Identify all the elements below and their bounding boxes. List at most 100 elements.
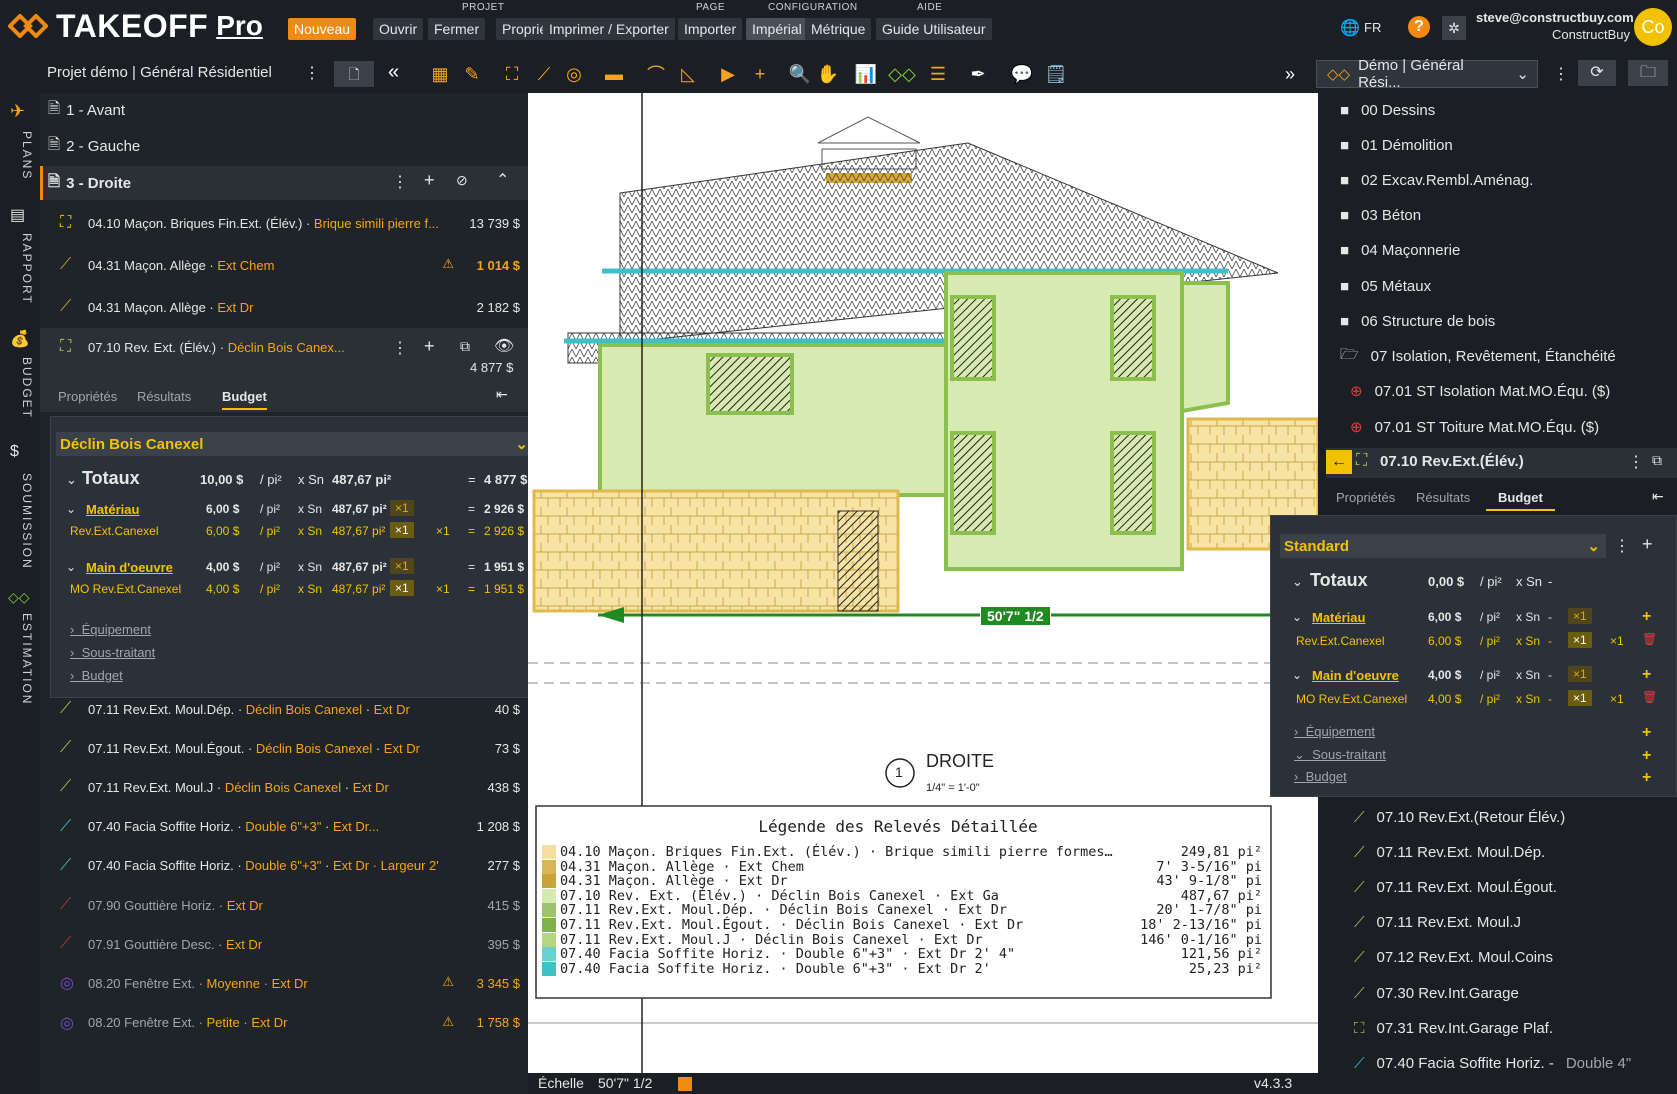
takeoff-row[interactable]: ◎ 08.20 Fenêtre Ext. · Petite · Ext Dr ⚠ 1 … xyxy=(60,1006,520,1040)
folder-item[interactable]: ■ 02 Excav.Rembl.Aménag. xyxy=(1340,167,1533,193)
pin-icon[interactable]: ⇤ xyxy=(496,386,508,403)
imprimer-exporter-button[interactable]: Imprimer / Exporter xyxy=(543,18,675,40)
right-takeoff-item[interactable]: ⟋ 07.30 Rev.Int.Garage xyxy=(1354,980,1519,1006)
selected-takeoff-row[interactable]: ⛶ 07.10 Rev. Ext. (Élév.) · Déclin Bois C… xyxy=(60,330,520,364)
rectangle-tool-icon[interactable]: ▬ xyxy=(602,62,626,86)
linear-tool-icon[interactable]: ⟋ xyxy=(532,62,556,86)
scale-icon[interactable] xyxy=(678,1077,692,1091)
rail-tab-plans[interactable]: PLANS xyxy=(6,131,34,180)
soumission-icon[interactable]: $ xyxy=(10,443,19,461)
imperial-button[interactable]: Impérial xyxy=(746,18,808,40)
chevron-down-icon[interactable]: ⌄ xyxy=(1292,610,1302,624)
takeoff-row[interactable]: ⟋ 07.91 Gouttière Desc. · Ext Dr 395 $ xyxy=(60,927,520,961)
add-mo-button[interactable]: + xyxy=(1642,666,1651,684)
budget-template-select[interactable]: Déclin Bois Canexel ⌄ xyxy=(56,432,534,456)
highlighter-icon[interactable]: ✒ xyxy=(966,62,990,86)
add-sous-traitant-button[interactable]: + xyxy=(1642,747,1651,765)
takeoff-row[interactable]: ⟋ 04.31 Maçon. Allège · Ext Dr 2 182 $ xyxy=(60,290,520,324)
play-icon[interactable]: ▶ xyxy=(716,62,740,86)
folder-item[interactable]: ■ 06 Structure de bois xyxy=(1340,308,1495,334)
takeoff-row[interactable]: ⟋ 07.11 Rev.Ext. Moul.Dép. · Déclin Bois … xyxy=(60,692,520,726)
language-label[interactable]: FR xyxy=(1364,20,1381,35)
right-template-select[interactable]: Standard ⌄ xyxy=(1280,534,1606,558)
right-materiau-label[interactable]: Matériau xyxy=(1312,610,1365,625)
project-select[interactable]: ◇◇ Démo | Général Rési... ⌄ xyxy=(1316,57,1538,91)
more-vert-icon[interactable]: ⋮ xyxy=(1553,64,1569,84)
chevron-up-icon[interactable]: ⌃ xyxy=(496,170,509,190)
equipement-link[interactable]: › Équipement xyxy=(70,622,151,637)
add-budget-button[interactable]: + xyxy=(1642,769,1651,787)
more-vert-icon[interactable]: ⋮ xyxy=(304,63,320,83)
more-vert-icon[interactable]: ⋮ xyxy=(1614,536,1630,556)
area-tool-icon[interactable]: ▦ xyxy=(428,62,452,86)
tab-resultats[interactable]: Résultats xyxy=(1416,490,1470,505)
tab-budget[interactable]: Budget xyxy=(1486,490,1555,511)
right-sous-traitant-link[interactable]: ⌄ Sous-traitant xyxy=(1294,747,1386,763)
right-takeoff-item[interactable]: ⟋ 07.11 Rev.Ext. Moul.Égout. xyxy=(1354,874,1557,900)
drawing-canvas[interactable]: 50'7" 1/2 1 DROITE 1/4" = 1'-0" Légende … xyxy=(528,93,1318,1073)
materiau-item-rate[interactable]: 6,00 $ xyxy=(206,524,239,538)
mo-item-rate[interactable]: 4,00 $ xyxy=(206,582,239,596)
rail-tab-estimation[interactable]: ESTIMATION xyxy=(6,613,34,705)
rail-tab-soumission[interactable]: SOUMISSION xyxy=(6,473,34,570)
count-tool-icon[interactable]: ◎ xyxy=(562,62,586,86)
folder-item[interactable]: ■ 04 Maçonnerie xyxy=(1340,238,1460,264)
page-item-gauche[interactable]: 🗎 2 - Gauche xyxy=(48,132,140,160)
right-mo-label[interactable]: Main d'oeuvre xyxy=(1312,668,1399,683)
takeoff-row[interactable]: ⛶ 04.10 Maçon. Briques Fin.Ext. (Élév.) ·… xyxy=(60,206,520,240)
guide-utilisateur-button[interactable]: Guide Utilisateur xyxy=(876,18,992,40)
add-icon[interactable]: + xyxy=(424,170,435,191)
visibility-off-icon[interactable]: ⊘ xyxy=(456,172,468,189)
right-budget-link[interactable]: › Budget xyxy=(1294,769,1347,784)
subfolder-item[interactable]: ⊕ 07.01 ST Toiture Mat.MO.Équ. ($) xyxy=(1350,414,1599,440)
copy-icon[interactable]: ⧉ xyxy=(460,338,470,355)
polygon-tool-icon[interactable]: ⛶ xyxy=(500,62,524,86)
takeoff-row[interactable]: ⟋ 07.11 Rev.Ext. Moul.J · Déclin Bois Can… xyxy=(60,770,520,804)
chart-icon[interactable]: 📊 xyxy=(854,62,878,86)
mo-item[interactable]: MO Rev.Ext.Canexel xyxy=(70,582,181,596)
add-materiau-button[interactable]: + xyxy=(1642,608,1651,626)
takeoff-row[interactable]: ⟋ 07.90 Gouttière Horiz. · Ext Dr 415 $ xyxy=(60,888,520,922)
chevron-down-icon[interactable]: ⌄ xyxy=(1292,574,1303,590)
page-item-droite[interactable]: 🗎 3 - Droite xyxy=(48,169,131,197)
right-materiau-item[interactable]: Rev.Ext.Canexel xyxy=(1296,634,1384,648)
comment-icon[interactable]: 💬 xyxy=(1010,62,1034,86)
chevron-down-icon[interactable]: ⌄ xyxy=(66,472,77,488)
add-equipement-button[interactable]: + xyxy=(1642,724,1651,742)
pan-hand-icon[interactable]: ✋ xyxy=(816,62,840,86)
sous-traitant-link[interactable]: › Sous-traitant xyxy=(70,645,155,660)
more-vert-icon[interactable]: ⋮ xyxy=(392,338,408,358)
more-vert-icon[interactable]: ⋮ xyxy=(1628,452,1644,472)
multiplier-tag[interactable]: ×1 xyxy=(1568,632,1592,648)
right-takeoff-item[interactable]: ⛶ 07.31 Rev.Int.Garage Plaf. xyxy=(1354,1015,1553,1041)
takeoff-row[interactable]: ⟋ 07.40 Facia Soffite Horiz. · Double 6"+… xyxy=(60,810,520,844)
budget-link[interactable]: › Budget xyxy=(70,668,123,683)
measurement-label[interactable]: 50'7" 1/2 xyxy=(980,606,1051,626)
pencil-icon[interactable]: ✎ xyxy=(460,62,484,86)
folder-item[interactable]: ■ 00 Dessins xyxy=(1340,97,1435,123)
estimation-icon[interactable]: ◇◇ xyxy=(888,62,916,86)
multiplier-tag[interactable]: ×1 xyxy=(1568,690,1592,706)
folder-add-icon[interactable]: 🗀 xyxy=(1628,60,1668,86)
folder-item[interactable]: ■ 01 Démolition xyxy=(1340,132,1453,158)
expand-right-icon[interactable]: » xyxy=(1278,62,1302,86)
estimation-rail-icon[interactable]: ◇◇ xyxy=(8,589,30,606)
list-icon[interactable]: ☰ xyxy=(926,62,950,86)
right-takeoff-item[interactable]: ⟋ 07.11 Rev.Ext. Moul.Dép. xyxy=(1354,839,1545,865)
right-equipement-link[interactable]: › Équipement xyxy=(1294,724,1375,739)
page-item-avant[interactable]: 🗎 1 - Avant xyxy=(48,96,125,124)
mo-label[interactable]: Main d'oeuvre xyxy=(86,560,173,575)
tab-proprietes[interactable]: Propriétés xyxy=(58,389,117,404)
refresh-icon[interactable]: ⟳ xyxy=(1578,60,1616,86)
materiau-item[interactable]: Rev.Ext.Canexel xyxy=(70,524,158,538)
right-mo-item[interactable]: MO Rev.Ext.Canexel xyxy=(1296,692,1407,706)
folder-item[interactable]: ■ 03 Béton xyxy=(1340,203,1421,229)
help-icon[interactable]: ? xyxy=(1408,16,1430,38)
chevron-down-icon[interactable]: ⌄ xyxy=(66,502,76,516)
angle-tool-icon[interactable]: ◺ xyxy=(676,62,700,86)
chevron-down-icon[interactable]: ⌄ xyxy=(1292,668,1302,682)
right-takeoff-item[interactable]: ⟋ 07.10 Rev.Ext.(Retour Élév.) xyxy=(1354,804,1565,830)
takeoff-row[interactable]: ⟋ 07.11 Rev.Ext. Moul.Égout. · Déclin Boi… xyxy=(60,731,520,765)
materiau-label[interactable]: Matériau xyxy=(86,502,139,517)
pin-icon[interactable]: ⇤ xyxy=(1652,488,1664,505)
